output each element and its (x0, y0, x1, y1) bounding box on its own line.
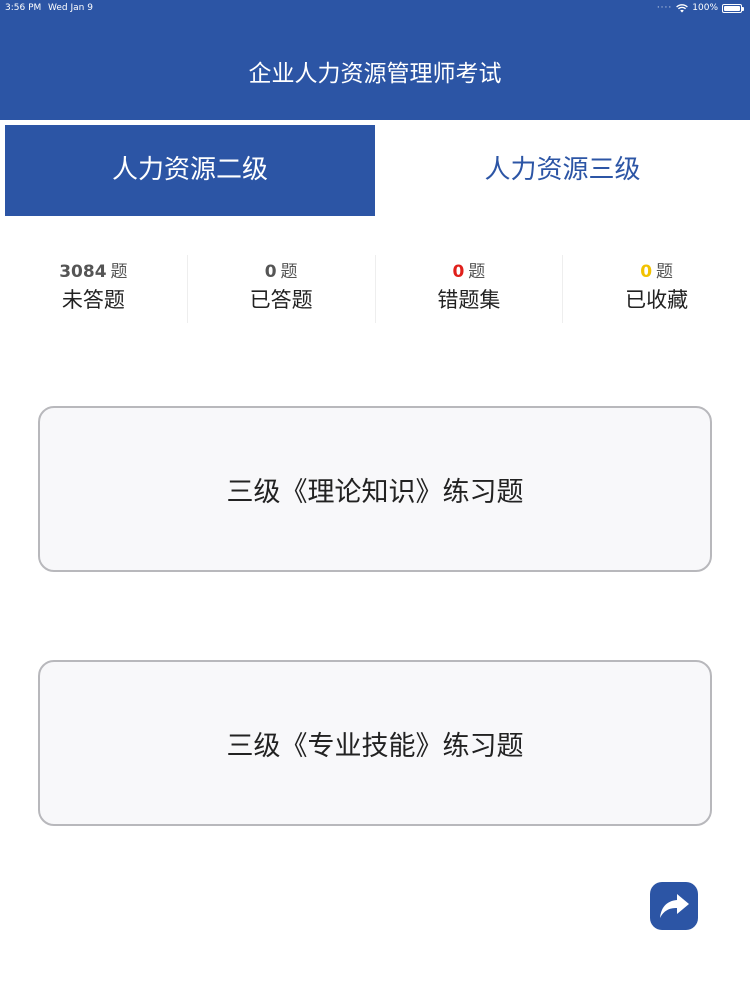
app-header: 3:56 PM Wed Jan 9 ···· 100% 企业人力资源管理师考试 (0, 0, 750, 120)
share-arrow-icon (660, 894, 689, 918)
stat-count-line: 0题 (376, 259, 563, 285)
stat-count: 0 (264, 262, 277, 282)
battery-icon (722, 3, 744, 13)
practice-theory-label: 三级《理论知识》练习题 (226, 476, 524, 508)
practice-theory-button[interactable]: 三级《理论知识》练习题 (38, 406, 712, 572)
stat-count-line: 3084 题 (0, 259, 187, 285)
practice-skills-button[interactable]: 三级《专业技能》练习题 (38, 660, 712, 826)
status-right: ···· 100% (656, 0, 744, 16)
stat-count-line: 0题 (563, 259, 750, 285)
page-title: 企业人力资源管理师考试 (248, 61, 502, 87)
stat-count: 0 (640, 262, 653, 282)
cellular-dots-icon: ···· (656, 3, 673, 13)
stat-count: 0 (452, 262, 465, 282)
stat-count: 3084 (59, 262, 107, 282)
wifi-icon (676, 3, 689, 12)
stat-count-line: 0题 (188, 259, 375, 285)
stat-unit: 题 (280, 262, 298, 282)
stat-unit: 题 (110, 262, 128, 282)
stat-unit: 题 (656, 262, 674, 282)
battery-fill (724, 5, 740, 11)
battery-percent: 100% (692, 3, 718, 13)
tab-hr-level-2[interactable]: 人力资源二级 (5, 125, 375, 216)
tab-hr-level-3[interactable]: 人力资源三级 (375, 125, 750, 216)
practice-skills-label: 三级《专业技能》练习题 (226, 730, 524, 762)
stat-label: 错题集 (437, 288, 501, 312)
status-time: 3:56 PM (5, 3, 42, 13)
status-bar: 3:56 PM Wed Jan 9 ···· 100% (0, 0, 750, 16)
status-date: Wed Jan 9 (48, 3, 93, 13)
stat-answered[interactable]: 0题 已答题 (188, 255, 376, 323)
stat-unanswered[interactable]: 3084 题 未答题 (0, 255, 188, 323)
stat-wrong-answers[interactable]: 0题 错题集 (376, 255, 564, 323)
stats-row: 3084 题 未答题 0题 已答题 0题 错题集 0题 已收藏 (0, 255, 750, 323)
stat-favorites[interactable]: 0题 已收藏 (563, 255, 750, 323)
stat-label: 已收藏 (625, 288, 689, 312)
share-button[interactable] (650, 882, 698, 930)
stat-unit: 题 (468, 262, 486, 282)
stat-label: 未答题 (61, 288, 125, 312)
stat-label: 已答题 (249, 288, 313, 312)
